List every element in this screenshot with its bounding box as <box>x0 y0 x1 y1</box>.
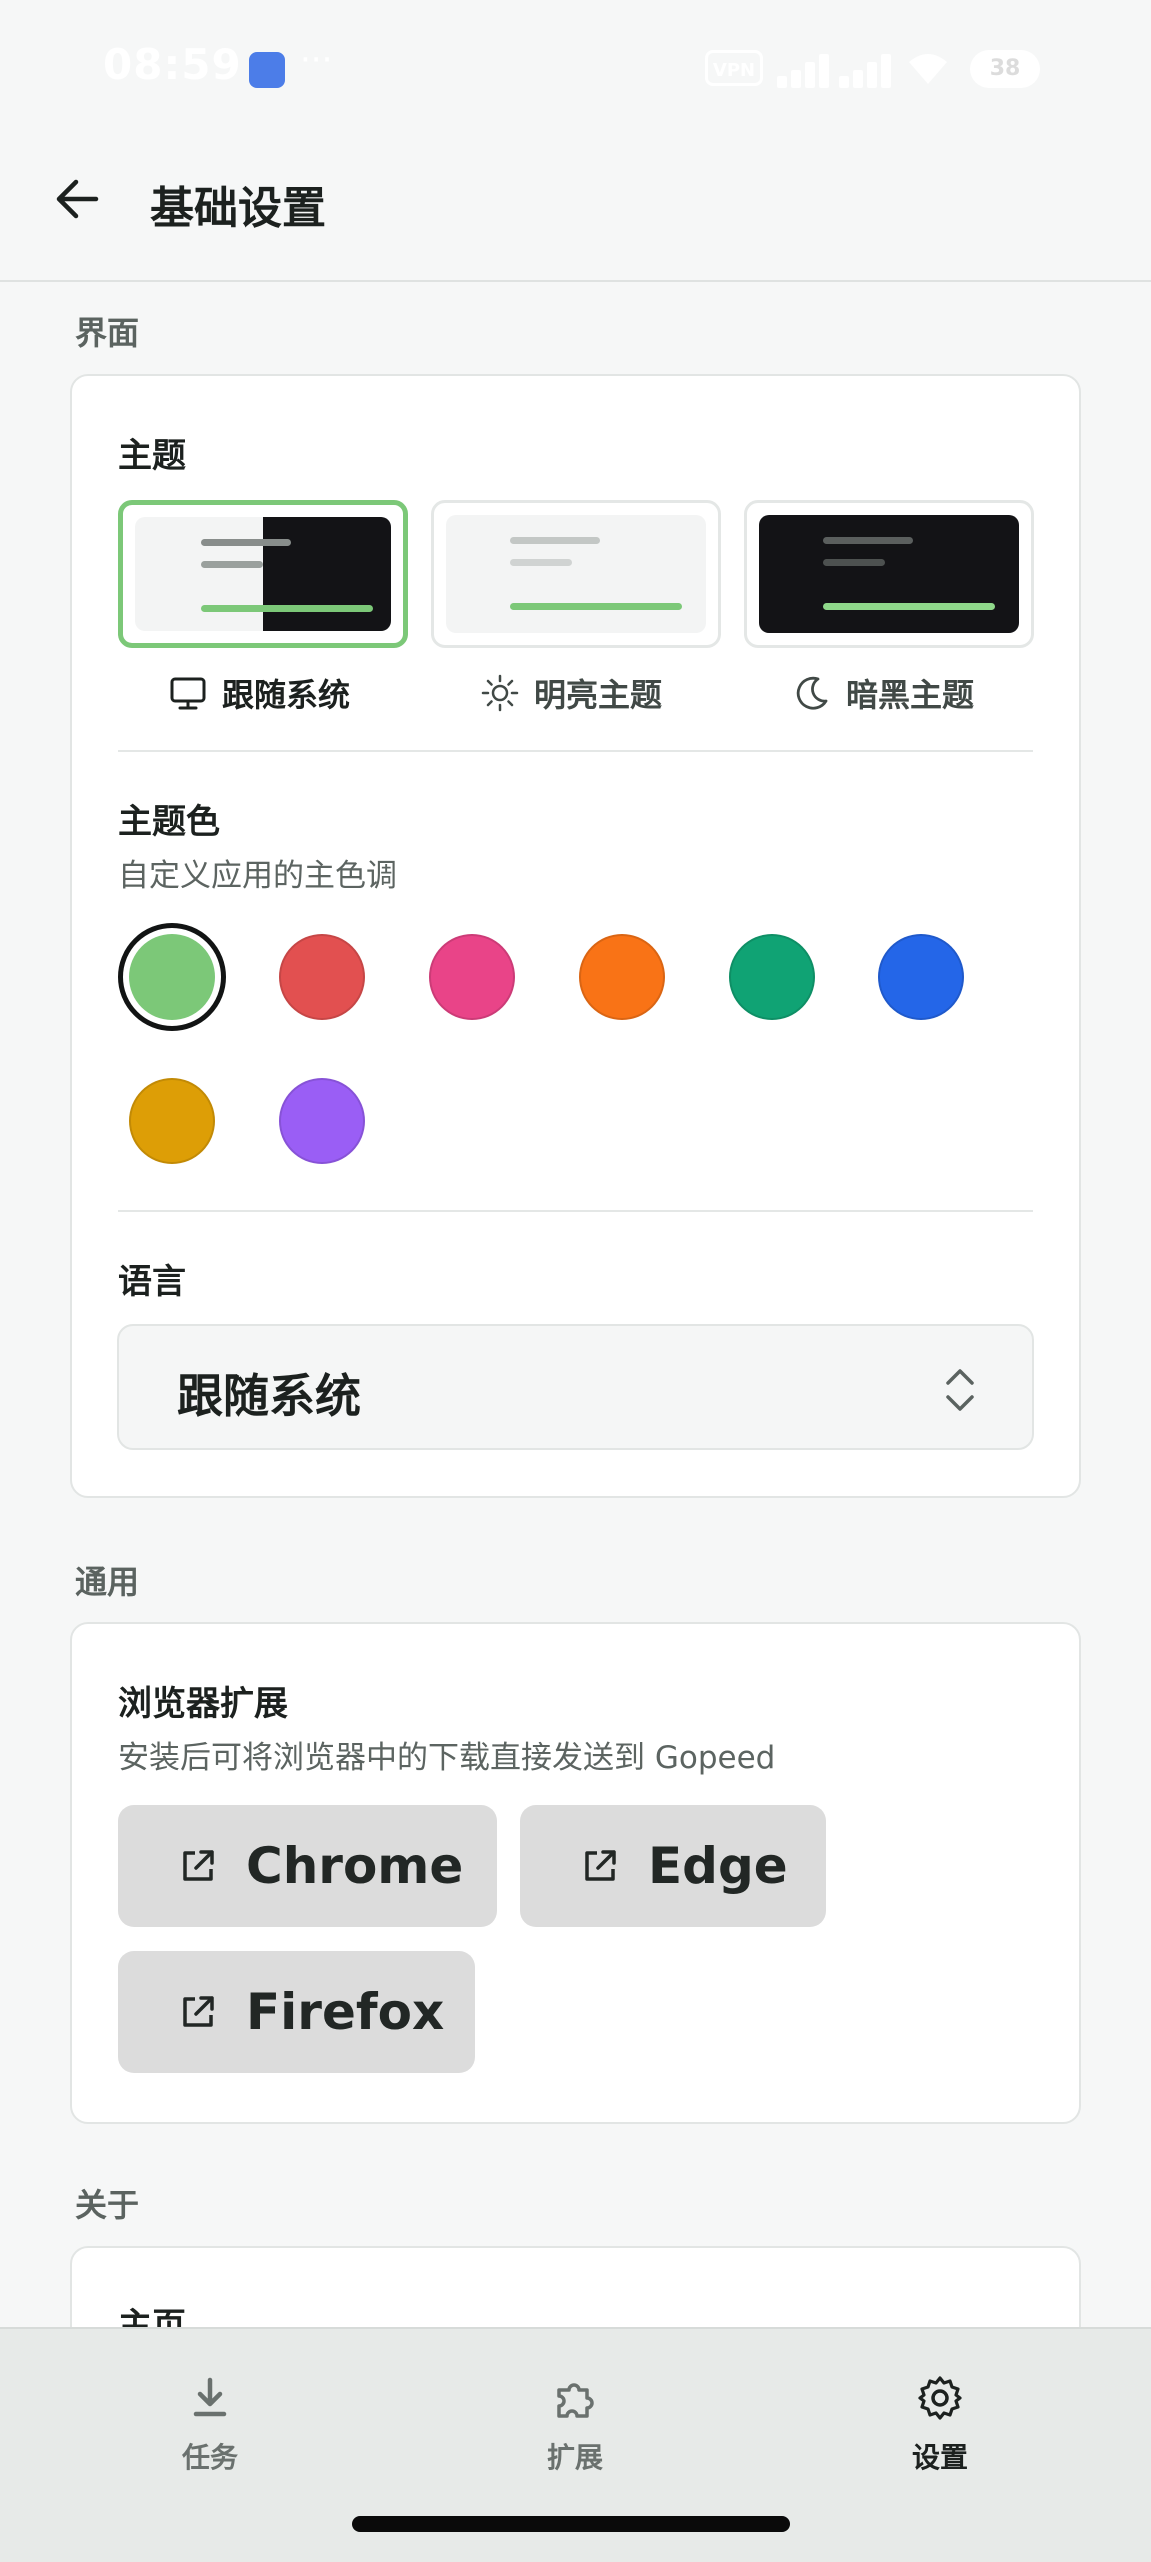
theme-color-title: 主题色 <box>118 802 220 842</box>
back-arrow-icon[interactable] <box>48 170 106 228</box>
language-select[interactable]: 跟随系统 <box>117 1324 1034 1450</box>
nav-item-extensions[interactable]: 扩展 <box>485 2374 665 2476</box>
language-title: 语言 <box>118 1262 186 1302</box>
divider <box>118 750 1033 752</box>
monitor-icon <box>170 677 206 710</box>
color-swatch-amber[interactable] <box>129 1078 215 1164</box>
theme-preview-light <box>446 515 706 633</box>
unfold-icon <box>946 1369 974 1411</box>
wifi-icon <box>909 54 947 84</box>
status-bar: 08:59 ··· VPN 38 <box>0 0 1151 140</box>
more-notifications-indicator: ··· <box>300 40 333 80</box>
color-swatch-green-fill <box>129 934 215 1020</box>
sun-icon <box>481 674 519 712</box>
moon-icon <box>796 676 828 710</box>
gear-icon <box>918 2376 962 2420</box>
color-swatch-emerald[interactable] <box>729 934 815 1020</box>
theme-label-dark[interactable]: 暗黑主题 <box>792 668 974 718</box>
open-external-icon <box>183 1996 214 2027</box>
theme-option-dark[interactable] <box>744 500 1034 648</box>
browser-extension-title: 浏览器扩展 <box>118 1684 288 1724</box>
theme-color-description: 自定义应用的主色调 <box>118 858 397 894</box>
theme-option-light[interactable] <box>431 500 721 648</box>
status-icons: VPN 38 <box>705 48 1045 92</box>
nav-item-settings[interactable]: 设置 <box>850 2374 1030 2476</box>
open-external-icon <box>183 1850 214 1881</box>
nav-item-tasks[interactable]: 任务 <box>120 2374 300 2476</box>
battery-icon: 38 <box>970 50 1040 88</box>
home-indicator[interactable] <box>352 2516 790 2532</box>
color-swatch-blue[interactable] <box>878 934 964 1020</box>
section-label-general: 通用 <box>75 1563 140 1601</box>
theme-label-system[interactable]: 跟随系统 <box>168 668 350 718</box>
color-swatch-pink[interactable] <box>429 934 515 1020</box>
vpn-icon: VPN <box>705 50 763 86</box>
color-swatch-purple[interactable] <box>279 1078 365 1164</box>
open-external-icon <box>585 1850 616 1881</box>
firefox-extension-button[interactable]: Firefox <box>118 1951 475 2073</box>
theme-title: 主题 <box>118 436 186 476</box>
status-time: 08:59 <box>103 40 242 89</box>
theme-option-system[interactable] <box>118 500 408 648</box>
theme-preview-system <box>135 517 391 631</box>
language-select-value: 跟随系统 <box>177 1369 361 1423</box>
theme-label-light[interactable]: 明亮主题 <box>480 668 662 718</box>
browser-extension-description: 安装后可将浏览器中的下载直接发送到 Gopeed <box>118 1740 776 1776</box>
chrome-extension-button[interactable]: Chrome <box>118 1805 497 1927</box>
download-icon <box>193 2377 227 2417</box>
section-label-about: 关于 <box>75 2186 140 2224</box>
color-swatch-orange[interactable] <box>579 934 665 1020</box>
notification-app-icon <box>249 52 285 88</box>
section-label-interface: 界面 <box>75 314 140 352</box>
puzzle-icon <box>557 2383 594 2418</box>
page-title: 基础设置 <box>150 183 326 234</box>
theme-preview-dark <box>759 515 1019 633</box>
edge-extension-button[interactable]: Edge <box>520 1805 826 1927</box>
color-swatch-green[interactable] <box>118 923 226 1031</box>
color-swatch-red[interactable] <box>279 934 365 1020</box>
divider <box>118 1210 1033 1212</box>
